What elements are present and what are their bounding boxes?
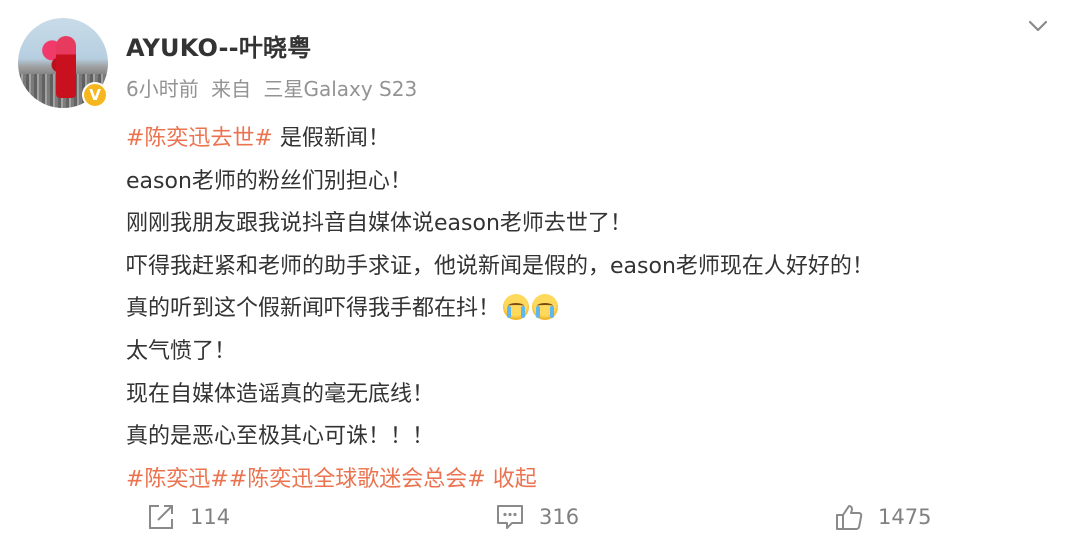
repost-button[interactable]: 114 (146, 495, 230, 539)
content-text: 真的听到这个假新闻吓得我手都在抖！ (126, 296, 501, 322)
content-line: 真的听到这个假新闻吓得我手都在抖！ (126, 288, 1066, 331)
content-text: 现在自媒体造谣真的毫无底线！ (126, 381, 435, 407)
comment-icon (497, 505, 523, 529)
comment-button[interactable]: 316 (495, 495, 579, 539)
content-line: 现在自媒体造谣真的毫无底线！ (126, 374, 1066, 417)
hashtag-link[interactable]: 收起 (486, 467, 537, 492)
content-line: #陈奕迅去世# 是假新闻！ (126, 118, 1066, 161)
like-count: 1475 (878, 505, 932, 529)
content-text: eason老师的粉丝们别担心！ (126, 168, 412, 194)
hashtag-link[interactable]: #陈奕迅去世# (126, 126, 273, 151)
weibo-post: V AYUKO--叶晓粤 6小时前 来自 三星Galaxy S23 #陈奕迅去世… (0, 0, 1080, 550)
post-meta: 6小时前 来自 三星Galaxy S23 (126, 73, 423, 102)
content-text: 太气愤了！ (126, 338, 237, 364)
source-device: 三星Galaxy S23 (263, 77, 418, 101)
author-name[interactable]: AYUKO--叶晓粤 (126, 28, 311, 63)
repost-count: 114 (190, 505, 231, 529)
verified-badge-icon: V (82, 82, 108, 108)
post-time[interactable]: 6小时前 (126, 77, 199, 101)
content-line: 太气愤了！ (126, 331, 1066, 374)
content-line: 真的是恶心至极其心可诛！！！ (126, 416, 1066, 459)
like-button[interactable]: 1475 (834, 495, 931, 539)
avatar-figure (56, 36, 76, 98)
avatar[interactable]: V (18, 18, 108, 108)
content-text: 真的是恶心至极其心可诛！！！ (126, 424, 435, 450)
crying-face-icon (503, 294, 530, 321)
crying-face-icon (532, 294, 559, 321)
thumbs-up-icon (836, 505, 863, 530)
content-text: 刚刚我朋友跟我说抖音自媒体说eason老师去世了！ (126, 211, 632, 237)
comment-count: 316 (539, 505, 580, 529)
hashtag-link[interactable]: #陈奕迅##陈奕迅全球歌迷会总会# (126, 467, 486, 492)
content-text: 是假新闻！ (272, 126, 390, 151)
content-line: 刚刚我朋友跟我说抖音自媒体说eason老师去世了！ (126, 203, 1066, 246)
content-line: 吓得我赶紧和老师的助手求证，他说新闻是假的，eason老师现在人好好的！ (126, 246, 1066, 289)
chevron-down-icon[interactable] (1024, 14, 1052, 38)
action-bar: 114 316 1475 (0, 495, 1080, 539)
content-line: eason老师的粉丝们别担心！ (126, 161, 1066, 204)
post-content: #陈奕迅去世# 是假新闻！ eason老师的粉丝们别担心！ 刚刚我朋友跟我说抖音自媒… (126, 118, 1066, 501)
source-prefix: 来自 (211, 77, 252, 101)
content-text: 吓得我赶紧和老师的助手求证，他说新闻是假的，eason老师现在人好好的！ (126, 253, 874, 279)
repost-icon (149, 505, 173, 529)
